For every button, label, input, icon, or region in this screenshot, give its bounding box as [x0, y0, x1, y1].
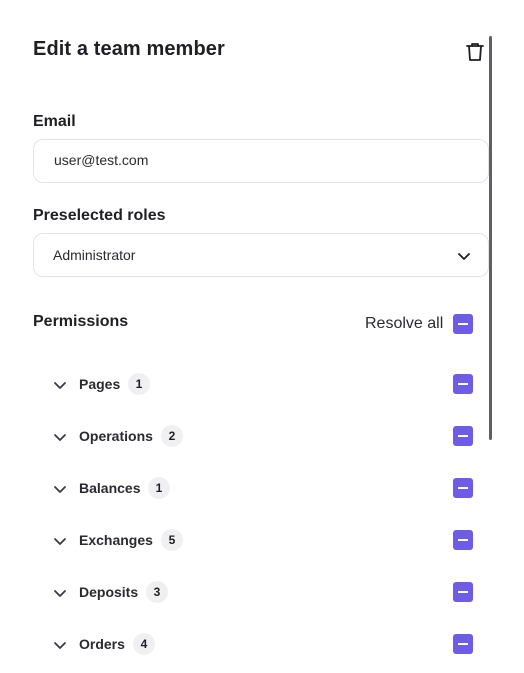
edit-team-member-panel: Edit a team member Email Preselected rol… — [0, 0, 524, 673]
scrollbar[interactable] — [489, 36, 492, 440]
permission-count-badge: 5 — [161, 529, 183, 551]
permission-group-name: Pages — [79, 376, 121, 392]
permission-group-name: Exchanges — [79, 532, 153, 548]
permission-group-checkbox[interactable] — [453, 634, 473, 654]
roles-select[interactable]: Administrator — [33, 233, 489, 277]
email-label: Email — [33, 113, 76, 130]
resolve-all-label[interactable]: Resolve all — [365, 315, 443, 333]
delete-button[interactable] — [463, 40, 487, 64]
chevron-down-icon[interactable] — [52, 585, 68, 601]
permission-group-row[interactable]: Deposits 3 — [52, 579, 482, 607]
permission-count-badge: 3 — [146, 581, 168, 603]
permission-group-row[interactable]: Exchanges 5 — [52, 527, 482, 555]
resolve-all-checkbox[interactable] — [453, 314, 473, 334]
permission-count-badge: 1 — [148, 477, 170, 499]
permission-group-row[interactable]: Operations 2 — [52, 423, 482, 451]
permissions-label: Permissions — [33, 313, 129, 330]
permission-group-row[interactable]: Orders 4 — [52, 631, 482, 659]
permission-group-row[interactable]: Balances 1 — [52, 475, 482, 503]
permission-group-name: Operations — [79, 428, 153, 444]
permission-count-badge: 1 — [128, 373, 150, 395]
roles-label: Preselected roles — [33, 207, 166, 224]
permission-group-name: Balances — [79, 480, 141, 496]
permission-group-checkbox[interactable] — [453, 374, 473, 394]
chevron-down-icon — [458, 253, 470, 260]
roles-select-value: Administrator — [53, 247, 136, 263]
permission-group-name: Deposits — [79, 584, 139, 600]
permission-group-checkbox[interactable] — [453, 426, 473, 446]
email-field[interactable] — [54, 152, 454, 168]
permission-group-checkbox[interactable] — [453, 582, 473, 602]
chevron-down-icon[interactable] — [52, 533, 68, 549]
permission-group-checkbox[interactable] — [453, 530, 473, 550]
chevron-down-icon[interactable] — [52, 481, 68, 497]
chevron-down-icon[interactable] — [52, 377, 68, 393]
chevron-down-icon[interactable] — [52, 429, 68, 445]
permission-group-checkbox[interactable] — [453, 478, 473, 498]
permission-count-badge: 2 — [161, 425, 183, 447]
email-field-container — [33, 139, 489, 183]
chevron-down-icon[interactable] — [52, 637, 68, 653]
trash-icon — [466, 43, 484, 61]
page-title: Edit a team member — [33, 38, 225, 60]
permission-group-row[interactable]: Pages 1 — [52, 371, 482, 399]
permission-count-badge: 4 — [133, 633, 155, 655]
permission-group-name: Orders — [79, 636, 125, 652]
